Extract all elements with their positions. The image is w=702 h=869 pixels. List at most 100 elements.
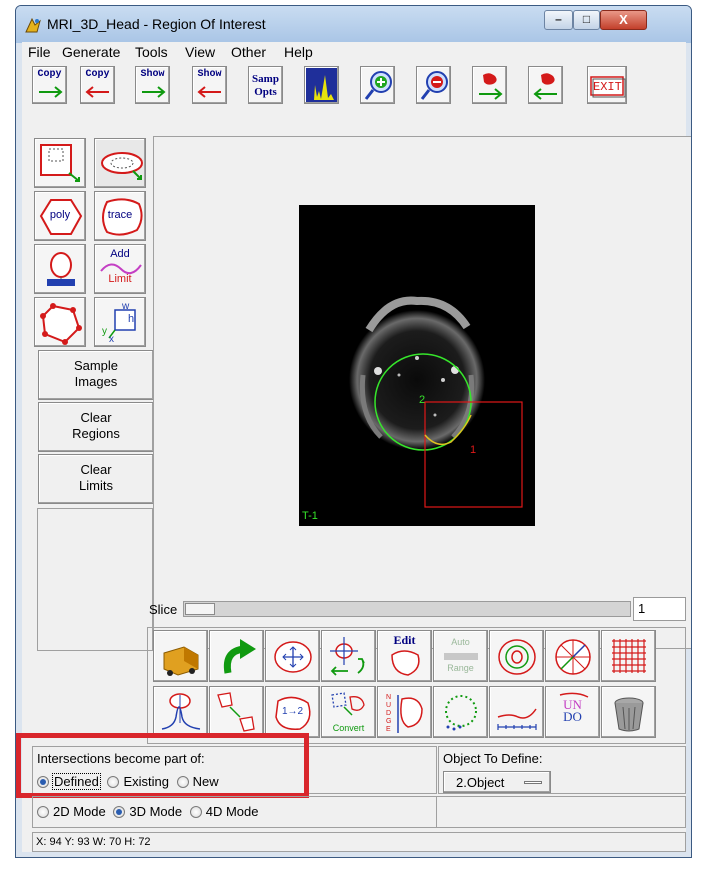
svg-text:G: G <box>386 718 391 725</box>
edit-roi-button[interactable]: Edit <box>377 630 432 682</box>
h-label: h <box>128 313 135 325</box>
slice-value-field[interactable]: 1 <box>633 597 686 621</box>
clear-limits-label-2: Limits <box>79 478 113 493</box>
copy-left-button[interactable]: Copy <box>80 66 115 104</box>
mode-divider <box>436 796 437 828</box>
zoom-in-button[interactable] <box>360 66 395 104</box>
object-select[interactable]: 2.Object <box>443 771 551 793</box>
menu-generate[interactable]: Generate <box>62 44 120 60</box>
ellipse-roi-icon <box>101 152 143 180</box>
sample-images-button[interactable]: Sample Images <box>38 350 154 400</box>
radio-2d-label: 2D Mode <box>53 804 106 819</box>
contour-button[interactable] <box>489 630 544 682</box>
truck-icon <box>163 646 199 676</box>
move-roi-button[interactable] <box>321 630 376 682</box>
contour-icon <box>498 639 536 675</box>
size-box-icon <box>108 309 136 339</box>
ruler-curve-icon <box>497 708 537 730</box>
arrow-right-icon <box>142 86 166 98</box>
swap-label: 1→2 <box>281 706 304 717</box>
sample-images-label-2: Images <box>74 374 118 389</box>
profile-peak-icon <box>161 693 201 730</box>
set-size-tool[interactable]: w h y x <box>94 297 146 347</box>
ellipse-roi-tool[interactable] <box>94 138 146 188</box>
radio-3d-dot[interactable] <box>113 806 126 818</box>
clear-regions-label-2: Regions <box>72 426 120 441</box>
grid-button[interactable] <box>601 630 656 682</box>
swap-roi-button[interactable]: 1→2 <box>265 686 320 738</box>
zoom-out-button[interactable] <box>416 66 451 104</box>
dropdown-indicator-icon <box>524 781 542 784</box>
close-button[interactable]: X <box>600 10 647 30</box>
slice-slider-thumb[interactable] <box>185 603 215 615</box>
x-label: x <box>109 334 114 345</box>
measure-button[interactable] <box>489 686 544 738</box>
clear-regions-button[interactable]: Clear Regions <box>38 402 154 452</box>
close-icon: X <box>619 12 628 27</box>
poly-tool[interactable]: poly <box>34 191 86 241</box>
zoom-in-icon <box>364 71 392 100</box>
menu-file[interactable]: File <box>28 44 51 60</box>
scale-roi-button[interactable] <box>265 630 320 682</box>
clear-regions-label-1: Clear <box>80 410 112 425</box>
undo-button[interactable]: UN DO <box>545 686 600 738</box>
dotted-roi-button[interactable] <box>433 686 488 738</box>
vertex-tool[interactable] <box>34 297 86 347</box>
blob-arrow-right-icon <box>479 73 503 100</box>
profile-button[interactable] <box>153 686 208 738</box>
app-icon <box>25 17 41 33</box>
trace-label: trace <box>107 209 133 221</box>
radial-button[interactable] <box>545 630 600 682</box>
dotted-roi-icon <box>445 695 477 731</box>
grid-icon <box>612 639 646 673</box>
samp-opts-button[interactable]: Samp Opts <box>248 66 283 104</box>
svg-text:D: D <box>386 710 391 717</box>
prev-region-button[interactable] <box>528 66 563 104</box>
minimize-button[interactable]: – <box>544 10 573 30</box>
auto-range-button[interactable]: Auto Range <box>433 630 488 682</box>
convert-button[interactable]: Convert <box>321 686 376 738</box>
radio-4d-mode[interactable]: 4D Mode <box>189 804 259 819</box>
radio-2d-dot[interactable] <box>37 806 49 818</box>
menu-help[interactable]: Help <box>284 44 313 60</box>
clear-limits-button[interactable]: Clear Limits <box>38 454 154 504</box>
radio-2d-mode[interactable]: 2D Mode <box>37 804 106 819</box>
rotate-button[interactable] <box>209 630 264 682</box>
next-region-button[interactable] <box>472 66 507 104</box>
samp-opts-label-2: Opts <box>254 86 277 98</box>
rectangle-roi-tool[interactable] <box>34 138 86 188</box>
convert-label: Convert <box>332 723 365 733</box>
poly-label: poly <box>49 209 71 221</box>
mri-image[interactable]: 2 1 T-1 <box>299 205 535 526</box>
add-limit-tool[interactable]: Add Limit <box>94 244 146 294</box>
trash-button[interactable] <box>601 686 656 738</box>
seed-tool[interactable] <box>34 244 86 294</box>
copy-right-button[interactable]: Copy <box>32 66 67 104</box>
clear-limits-label-1: Clear <box>80 462 112 477</box>
show-left-button[interactable]: Show <box>192 66 227 104</box>
image-label: T-1 <box>302 510 318 522</box>
radio-3d-mode[interactable]: 3D Mode <box>113 804 182 819</box>
shift-roi-button[interactable] <box>209 686 264 738</box>
mri-slice <box>349 296 523 508</box>
radio-4d-dot[interactable] <box>189 806 202 818</box>
menu-view[interactable]: View <box>185 44 215 60</box>
histogram-button[interactable] <box>304 66 339 104</box>
arrow-right-icon <box>39 86 63 98</box>
menu-other[interactable]: Other <box>231 44 266 60</box>
rectangle-roi-icon <box>40 144 80 182</box>
trace-tool[interactable]: trace <box>94 191 146 241</box>
nudge-edit-icon: NUDGE <box>386 694 423 733</box>
slice-slider[interactable] <box>183 601 631 617</box>
maximize-button[interactable]: □ <box>573 10 600 30</box>
show-right-button[interactable]: Show <box>135 66 170 104</box>
auto-volume-button[interactable] <box>153 630 208 682</box>
title-bar[interactable]: MRI_3D_Head - Region Of Interest – □ X <box>16 6 691 43</box>
radio-4d-label: 4D Mode <box>205 804 259 819</box>
nudge-edit-button[interactable]: NUDGE <box>377 686 432 738</box>
seed-icon <box>47 252 75 286</box>
exit-button[interactable]: EXIT <box>587 66 627 104</box>
auto-range-label-2: Range <box>447 663 474 673</box>
menu-tools[interactable]: Tools <box>135 44 168 60</box>
arrow-left-icon <box>197 86 221 98</box>
